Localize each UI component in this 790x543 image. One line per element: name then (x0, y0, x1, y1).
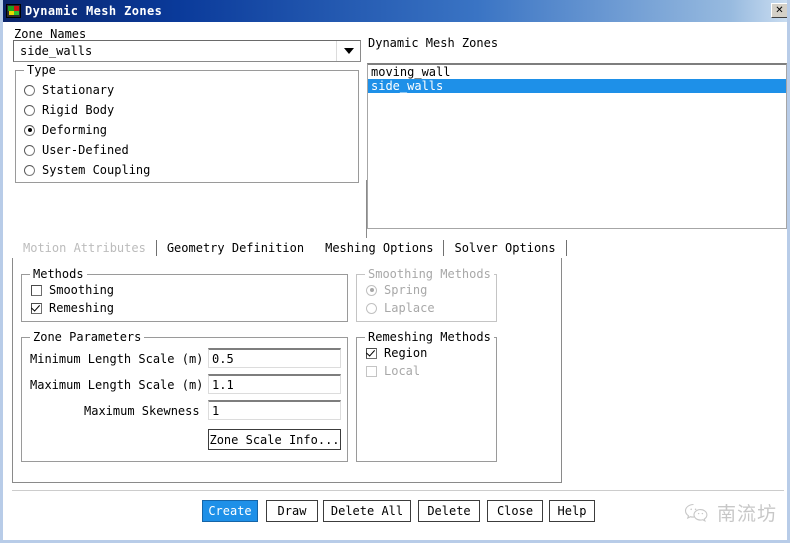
methods-groupbox-title: Methods (30, 267, 87, 281)
smoothing-methods-groupbox-title: Smoothing Methods (365, 267, 494, 281)
watermark: 南流坊 (684, 499, 777, 526)
input-maximum-skewness[interactable]: 1 (208, 400, 341, 420)
checkbox-icon-remeshing (31, 303, 42, 314)
tab-meshing-options[interactable]: Meshing Options (315, 241, 443, 255)
close-icon[interactable]: ✕ (771, 3, 788, 18)
checkbox-icon-region (366, 348, 377, 359)
checkbox-label-smoothing: Smoothing (49, 283, 114, 297)
delete-all-button[interactable]: Delete All (323, 500, 411, 522)
watermark-text: 南流坊 (717, 499, 777, 526)
input-maximum-length-scale[interactable]: 1.1 (208, 374, 341, 394)
meshing-options-panel: Methods Smoothing Remeshing Smoothing Me… (12, 258, 562, 483)
radio-user-defined[interactable]: User-Defined (24, 143, 129, 157)
radio-label-rigid-body: Rigid Body (42, 103, 114, 117)
zone-scale-info-button[interactable]: Zone Scale Info... (208, 429, 341, 450)
zone-names-combobox[interactable]: side_walls (13, 40, 361, 62)
title-bar: Dynamic Mesh Zones ✕ (3, 0, 790, 22)
footer-divider (12, 490, 784, 491)
checkbox-label-region: Region (384, 346, 427, 360)
window-title: Dynamic Mesh Zones (25, 4, 162, 18)
radio-label-system-coupling: System Coupling (42, 163, 150, 177)
help-button[interactable]: Help (549, 500, 595, 522)
radio-icon-spring (366, 285, 377, 296)
radio-icon-system-coupling (24, 165, 35, 176)
remeshing-methods-groupbox-title: Remeshing Methods (365, 330, 494, 344)
radio-icon-stationary (24, 85, 35, 96)
remeshing-methods-groupbox: Remeshing Methods Region Local (356, 337, 497, 462)
radio-label-user-defined: User-Defined (42, 143, 129, 157)
checkbox-remeshing[interactable]: Remeshing (31, 301, 114, 315)
tab-geometry-definition[interactable]: Geometry Definition (157, 241, 314, 255)
app-icon (6, 4, 21, 18)
tab-solver-options[interactable]: Solver Options (444, 241, 565, 255)
zone-names-label: Zone Names (14, 27, 86, 41)
checkbox-icon-smoothing (31, 285, 42, 296)
tab-panel-divider (366, 180, 367, 238)
radio-label-deforming: Deforming (42, 123, 107, 137)
label-maximum-skewness: Maximum Skewness (84, 404, 200, 418)
radio-label-spring: Spring (384, 283, 427, 297)
radio-icon-user-defined (24, 145, 35, 156)
zones-list-label: Dynamic Mesh Zones (368, 36, 498, 50)
wechat-logo-icon (684, 503, 710, 523)
type-groupbox: Type Stationary Rigid Body Deforming Use… (15, 70, 359, 183)
methods-groupbox: Methods Smoothing Remeshing (21, 274, 348, 322)
zone-parameters-groupbox: Zone Parameters Minimum Length Scale (m)… (21, 337, 348, 462)
radio-spring: Spring (366, 283, 427, 297)
chevron-down-icon[interactable] (336, 41, 360, 61)
zone-parameters-groupbox-title: Zone Parameters (30, 330, 144, 344)
radio-rigid-body[interactable]: Rigid Body (24, 103, 114, 117)
tab-motion-attributes: Motion Attributes (13, 241, 156, 255)
delete-button[interactable]: Delete (418, 500, 480, 522)
radio-deforming[interactable]: Deforming (24, 123, 107, 137)
label-minimum-length-scale: Minimum Length Scale (m) (30, 352, 203, 366)
radio-laplace: Laplace (366, 301, 435, 315)
zone-names-value: side_walls (14, 44, 336, 58)
smoothing-methods-groupbox: Smoothing Methods Spring Laplace (356, 274, 497, 322)
label-maximum-length-scale: Maximum Length Scale (m) (30, 378, 203, 392)
radio-icon-rigid-body (24, 105, 35, 116)
radio-icon-deforming (24, 125, 35, 136)
dynamic-mesh-zones-dialog: Dynamic Mesh Zones ✕ Zone Names side_wal… (0, 0, 790, 543)
type-groupbox-title: Type (24, 63, 59, 77)
input-minimum-length-scale[interactable]: 0.5 (208, 348, 341, 368)
draw-button[interactable]: Draw (266, 500, 318, 522)
checkbox-region[interactable]: Region (366, 346, 427, 360)
checkbox-label-local: Local (384, 364, 420, 378)
checkbox-icon-local (366, 366, 377, 377)
list-item[interactable]: side_walls (368, 79, 786, 93)
radio-system-coupling[interactable]: System Coupling (24, 163, 150, 177)
checkbox-label-remeshing: Remeshing (49, 301, 114, 315)
checkbox-local: Local (366, 364, 420, 378)
create-button[interactable]: Create (202, 500, 258, 522)
tab-separator (566, 240, 567, 256)
tab-bar: Motion Attributes Geometry Definition Me… (13, 238, 561, 258)
close-button[interactable]: Close (487, 500, 543, 522)
dynamic-mesh-zones-list[interactable]: moving_wall side_walls (367, 63, 787, 229)
radio-icon-laplace (366, 303, 377, 314)
checkbox-smoothing[interactable]: Smoothing (31, 283, 114, 297)
radio-label-stationary: Stationary (42, 83, 114, 97)
radio-stationary[interactable]: Stationary (24, 83, 114, 97)
list-item[interactable]: moving_wall (368, 65, 786, 79)
radio-label-laplace: Laplace (384, 301, 435, 315)
